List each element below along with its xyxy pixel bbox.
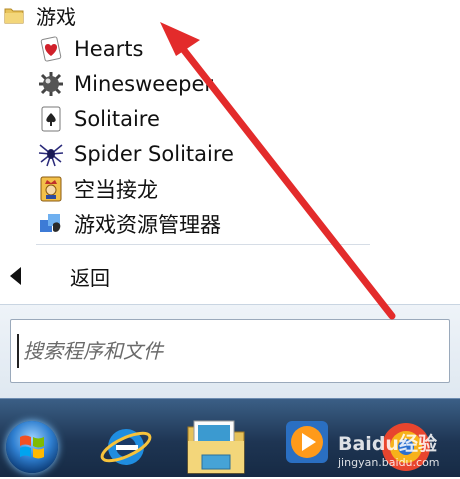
mine-icon [36, 69, 66, 99]
menu-item-label: 游戏资源管理器 [74, 212, 221, 237]
solitaire-card-icon [36, 104, 66, 134]
king-card-icon [36, 174, 66, 204]
games-list: Hearts Minesweeper Solitaire Spider Soli… [36, 31, 234, 241]
menu-item-label: Minesweeper [74, 71, 214, 96]
menu-item-game-explorer[interactable]: 游戏资源管理器 [36, 206, 234, 241]
game-explorer-icon [36, 209, 66, 239]
menu-item-label: 空当接龙 [74, 177, 158, 202]
folder-icon [4, 6, 24, 24]
watermark-sub: jingyan.baidu.com [338, 456, 440, 469]
taskbar: Baidu经验 jingyan.baidu.com [0, 398, 460, 477]
menu-item-label: Spider Solitaire [74, 141, 234, 166]
back-arrow-icon [10, 267, 21, 285]
spider-icon [36, 139, 66, 169]
baidu-watermark: Baidu经验 jingyan.baidu.com [338, 429, 440, 469]
menu-separator [36, 244, 370, 245]
menu-item-label: Solitaire [74, 106, 160, 131]
start-menu: 游戏 Hearts Minesweeper Solitaire Spider S… [0, 0, 460, 399]
start-orb-icon[interactable] [6, 421, 58, 473]
internet-explorer-icon[interactable] [98, 417, 154, 477]
back-label: 返回 [70, 265, 110, 290]
menu-item-label: Hearts [74, 36, 144, 61]
hearts-card-icon [36, 34, 66, 64]
search-box[interactable] [10, 319, 450, 383]
search-input[interactable] [17, 334, 445, 368]
menu-item-solitaire[interactable]: Solitaire [36, 101, 234, 136]
menu-item-freecell[interactable]: 空当接龙 [36, 171, 234, 206]
menu-item-minesweeper[interactable]: Minesweeper [36, 66, 234, 101]
search-area [0, 304, 460, 399]
games-folder[interactable]: 游戏 [4, 2, 76, 29]
watermark-main: Baidu经验 [338, 433, 437, 455]
back-button[interactable]: 返回 [10, 262, 110, 290]
file-explorer-icon[interactable] [186, 417, 246, 479]
menu-item-spider-solitaire[interactable]: Spider Solitaire [36, 136, 234, 171]
folder-label: 游戏 [36, 4, 76, 29]
media-player-icon[interactable] [282, 417, 332, 471]
menu-item-hearts[interactable]: Hearts [36, 31, 234, 66]
